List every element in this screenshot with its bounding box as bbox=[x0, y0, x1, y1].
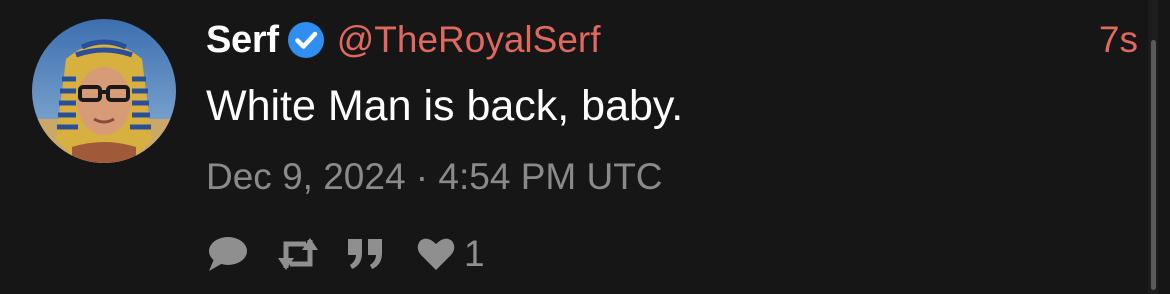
tweet-timestamp[interactable]: Dec 9, 2024 · 4:54 PM UTC bbox=[206, 152, 663, 202]
scrollbar[interactable] bbox=[1148, 0, 1158, 294]
user-handle[interactable]: @TheRoyalSerf bbox=[337, 19, 601, 61]
like-count: 1 bbox=[464, 233, 485, 274]
heart-icon bbox=[417, 238, 455, 270]
scrollbar-thumb[interactable] bbox=[1151, 40, 1156, 290]
reply-icon bbox=[209, 237, 247, 271]
verified-badge-icon bbox=[287, 21, 325, 59]
avatar[interactable] bbox=[32, 19, 176, 163]
quote-button[interactable] bbox=[346, 237, 386, 271]
tweet-text: White Man is back, baby. bbox=[206, 82, 684, 130]
relative-time[interactable]: 7s bbox=[1099, 16, 1138, 64]
like-button[interactable]: 1 bbox=[416, 232, 485, 276]
display-name[interactable]: Serf bbox=[206, 19, 279, 62]
tweet-actions: 1 bbox=[206, 232, 485, 276]
retweet-button[interactable] bbox=[276, 236, 320, 272]
quote-icon bbox=[348, 239, 382, 269]
tweet-card: Serf @TheRoyalSerf 7s White Man is back,… bbox=[0, 0, 1170, 294]
tweet-header: Serf @TheRoyalSerf bbox=[206, 16, 601, 64]
retweet-icon bbox=[278, 238, 318, 270]
reply-button[interactable] bbox=[206, 235, 248, 273]
avatar-image bbox=[32, 19, 176, 163]
